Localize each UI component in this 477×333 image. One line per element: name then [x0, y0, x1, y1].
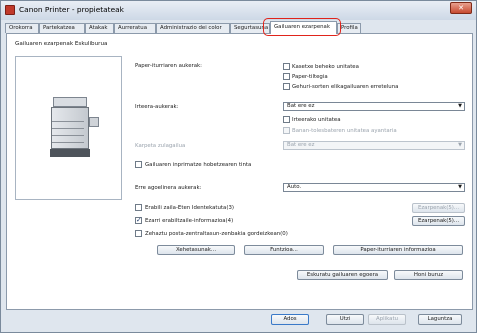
tab-highlight-annotation: [263, 18, 341, 36]
output-select[interactable]: Bat ere ez ▼: [283, 102, 465, 111]
output-sort-label: Banan-tolesbateren unitatea ayantaria: [292, 128, 397, 134]
chevron-down-icon: ▼: [458, 103, 462, 109]
stamp-ink-label: Gailuaren inprimatze hobetzearen tinta: [145, 162, 252, 168]
output-unit-label: Irteerako unitatea: [292, 117, 341, 123]
tab-sharing[interactable]: Partekatzea: [39, 23, 85, 33]
title-bar: Canon Printer - propietateak ✕: [1, 1, 476, 20]
get-device-status-button[interactable]: Eskuratu gailuaren egoera: [297, 270, 388, 280]
paper-feed-label: Paper-iturriaren aukerak:: [135, 63, 202, 69]
punch-label: Karpeta zulagailua: [135, 143, 186, 149]
ok-button[interactable]: Ados: [271, 314, 309, 325]
device-settings-panel: Gailuaren ezarpenak Eskuliburua Paper-it…: [6, 33, 473, 310]
window-title: Canon Printer - propietateak: [19, 5, 124, 14]
tab-advanced[interactable]: Aurreratua: [114, 23, 156, 33]
apply-button[interactable]: Aplikatu: [368, 314, 406, 325]
chevron-down-icon: ▼: [458, 142, 462, 148]
about-button[interactable]: Honi buruz: [394, 270, 463, 280]
cancel-button[interactable]: Utzi: [326, 314, 364, 325]
department-id-settings-button[interactable]: Ezarpenak(5)...: [412, 203, 465, 213]
stamp-ink-checkbox[interactable]: [135, 161, 142, 168]
job-management-label: Erre agoelinera aukerak:: [135, 185, 202, 191]
tab-strip: Orokorra Partekatzea Atakak Aurreratua A…: [5, 21, 471, 34]
chevron-down-icon: ▼: [458, 184, 462, 190]
properties-window: Canon Printer - propietateak ✕ Orokorra …: [0, 0, 477, 333]
output-sort-checkbox[interactable]: [283, 127, 290, 134]
printer-illustration: [49, 97, 99, 159]
paper-feed-option-label: Gehuri-sorten elikagailuaren erreteluna: [292, 84, 399, 90]
tab-color-management[interactable]: Administrazio dei color: [156, 23, 230, 33]
section-title: Gailuaren ezarpenak Eskuliburua: [15, 41, 108, 47]
user-info-label: Ezarri erabiltzaile-informazioa(4): [145, 218, 234, 224]
paper-feed-option-label: Kasetxe beheko unitatea: [292, 64, 359, 70]
punch-select-value: Bat ere ez: [287, 142, 315, 148]
output-select-value: Bat ere ez: [287, 103, 315, 109]
postal-code-label: Zehaztu posta-zentraltasun-zenbakia gord…: [145, 231, 288, 237]
close-button[interactable]: ✕: [450, 2, 472, 14]
tab-general[interactable]: Orokorra: [5, 23, 39, 33]
paper-feed-option-label: Paper-tiltegia: [292, 74, 328, 80]
paper-feed-option-checkbox[interactable]: [283, 83, 290, 90]
department-id-checkbox[interactable]: [135, 204, 142, 211]
paper-feed-option-checkbox[interactable]: [283, 63, 290, 70]
paper-source-info-button[interactable]: Paper-iturriaren informazioa: [333, 245, 463, 255]
tab-ports[interactable]: Atakak: [85, 23, 114, 33]
job-management-select-value: Auto.: [287, 184, 302, 190]
printer-app-icon: [5, 5, 15, 15]
punch-select[interactable]: Bat ere ez ▼: [283, 141, 465, 150]
postal-code-checkbox[interactable]: [135, 230, 142, 237]
output-label: Irteera-aukerak:: [135, 104, 179, 110]
paper-feed-option-checkbox[interactable]: [283, 73, 290, 80]
job-management-select[interactable]: Auto. ▼: [283, 183, 465, 192]
help-button[interactable]: Laguntza: [418, 314, 462, 325]
printer-preview: [15, 56, 122, 200]
function-button[interactable]: Funtzioa...: [244, 245, 324, 255]
details-button[interactable]: Xehetasunak...: [157, 245, 235, 255]
user-info-checkbox[interactable]: [135, 216, 142, 224]
user-info-settings-button[interactable]: Ezarpenak(5)...: [412, 216, 465, 226]
output-unit-checkbox[interactable]: [283, 116, 290, 123]
department-id-label: Erabili zaila-Eten Identekatuta(3): [145, 205, 234, 211]
